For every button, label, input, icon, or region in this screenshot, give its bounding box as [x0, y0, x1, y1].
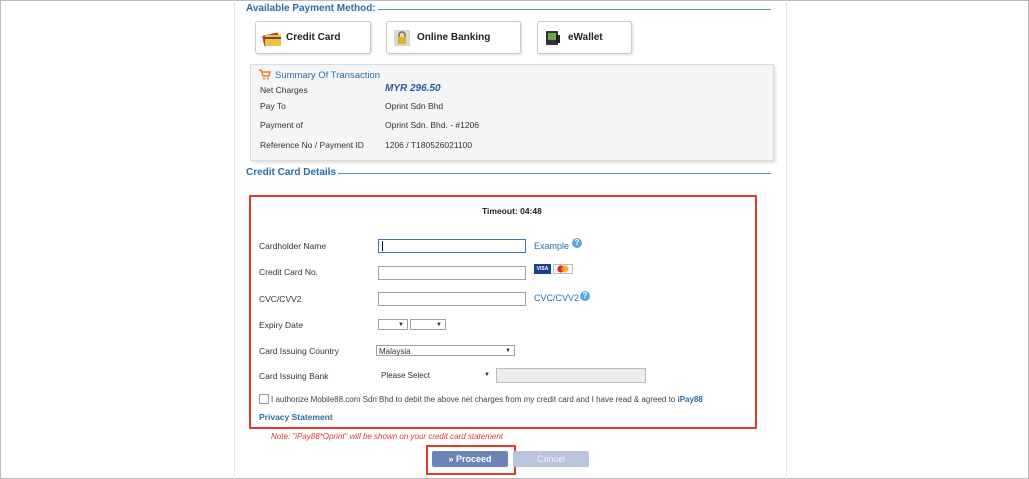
cancel-button[interactable]: Cancel [513, 451, 589, 467]
mastercard-logo-icon [553, 264, 573, 274]
cart-icon [259, 69, 271, 82]
online-banking-label: Online Banking [417, 32, 491, 43]
example-link[interactable]: Example [534, 241, 569, 251]
dropdown-arrow-icon: ▼ [505, 348, 511, 354]
cardholder-name-label: Cardholder Name [259, 241, 327, 251]
expiry-month-select[interactable]: ▼ [378, 319, 408, 330]
dropdown-arrow-icon: ▼ [436, 322, 442, 328]
net-charges-value: MYR 296.50 [385, 83, 441, 94]
cvc-input[interactable] [378, 292, 526, 306]
dropdown-arrow-icon: ▼ [398, 322, 404, 328]
visa-logo-icon: VISA [534, 264, 551, 274]
lock-icon [393, 29, 411, 47]
dropdown-arrow-icon: ▼ [484, 372, 490, 378]
ewallet-icon [544, 29, 562, 47]
issuing-country-select[interactable]: Malaysia ▼ [376, 345, 515, 356]
authorize-text: I authorize Mobile88.com Sdn Bhd to debi… [271, 395, 703, 404]
issuing-bank-other-input[interactable] [496, 368, 646, 383]
authorize-statement: I authorize Mobile88.com Sdn Bhd to debi… [271, 395, 676, 404]
ewallet-tab[interactable]: eWallet [537, 21, 632, 54]
summary-title: Summary Of Transaction [275, 70, 381, 81]
issuing-country-label: Card Issuing Country [259, 346, 339, 356]
pay-to-value: Oprint Sdn Bhd [385, 101, 444, 111]
card-number-label: Credit Card No. [259, 267, 319, 277]
payment-of-value: Oprint Sdn. Bhd. - #1206 [385, 120, 480, 130]
cvc-label: CVC/CVV2 [259, 294, 302, 304]
bank-selected-value: Please Select [381, 371, 430, 380]
ipay88-link[interactable]: iPay88 [677, 395, 702, 404]
credit-card-tab[interactable]: Credit Card [255, 21, 371, 54]
country-selected-value: Malaysia [379, 347, 411, 356]
transaction-summary: Summary Of Transaction Net Charges MYR 2… [250, 64, 774, 161]
timeout-text: Timeout: 04:48 [482, 206, 542, 216]
reference-label: Reference No / Payment ID [260, 140, 364, 150]
help-icon[interactable]: ? [580, 291, 590, 301]
cardholder-name-input[interactable] [378, 239, 526, 253]
ewallet-label: eWallet [568, 32, 603, 43]
authorize-checkbox[interactable] [259, 394, 269, 404]
pay-to-label: Pay To [260, 101, 286, 111]
payment-of-label: Payment of [260, 120, 303, 130]
help-icon[interactable]: ? [572, 238, 582, 248]
cvc-help-link[interactable]: CVC/CVV2 [534, 293, 579, 303]
online-banking-tab[interactable]: Online Banking [386, 21, 521, 54]
payment-method-heading: Available Payment Method: [246, 3, 378, 14]
issuing-bank-select[interactable]: Please Select ▼ [378, 369, 494, 380]
net-charges-label: Net Charges [260, 85, 308, 95]
privacy-statement-link[interactable]: Privacy Statement [259, 412, 333, 422]
credit-card-label: Credit Card [286, 32, 341, 43]
expiry-year-select[interactable]: ▼ [410, 319, 446, 330]
reference-value: 1206 / T180526021100 [385, 140, 473, 150]
credit-card-icon [262, 29, 281, 47]
expiry-date-label: Expiry Date [259, 320, 303, 330]
issuing-bank-label: Card Issuing Bank [259, 371, 329, 381]
text-cursor [382, 241, 383, 251]
card-number-input[interactable] [378, 266, 526, 280]
proceed-button[interactable]: » Proceed [432, 451, 508, 467]
card-details-heading: Credit Card Details [246, 167, 339, 178]
card-details-highlight [249, 195, 757, 429]
statement-note: Note: "iPay88*Oprint" will be shown on y… [271, 432, 504, 441]
